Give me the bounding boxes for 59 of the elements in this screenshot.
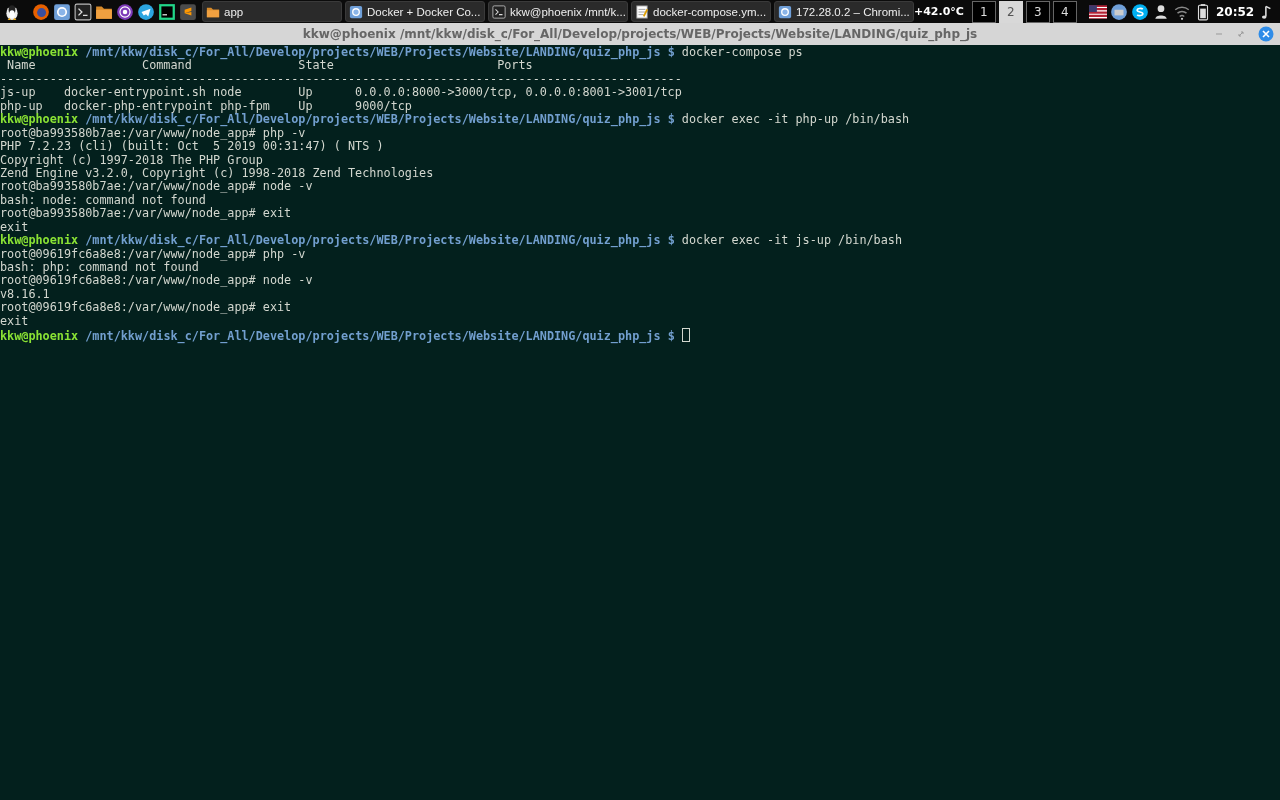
output-text: v8.16.1 (0, 286, 50, 301)
workspace-button[interactable]: 4 (1052, 0, 1077, 23)
output-text: exit (0, 219, 29, 234)
penguin-icon[interactable] (3, 2, 21, 21)
ide-icon[interactable] (158, 2, 176, 21)
prompt-user: kkw@phoenix (0, 112, 79, 127)
output-text: ------------------------------------------------------------------------------------------------ (0, 71, 682, 86)
package-icon[interactable] (1109, 2, 1128, 21)
output-text: root@ba993580b7ae:/var/www/node_app# node -v (0, 179, 313, 194)
taskbar-button[interactable]: docker-compose.ym... (631, 1, 771, 22)
close-icon (1258, 26, 1274, 42)
prompt-path: /mnt/kkw/disk_c/For_All/Develop/projects/WEB/Projects/Website/LANDING/quiz_php_js $ (85, 45, 675, 59)
command-text: docker exec -it php-up /bin/bash (681, 112, 910, 127)
cursor (681, 328, 690, 343)
command-text: docker-compose ps (681, 45, 803, 59)
output-text: root@ba993580b7ae:/var/www/node_app# exit (0, 206, 292, 221)
maximize-icon (1236, 29, 1246, 39)
workspace-button[interactable]: 2 (998, 0, 1023, 23)
browser-icon (349, 4, 363, 19)
clock: 20:52 (1215, 4, 1255, 19)
onion-icon[interactable] (116, 2, 134, 21)
output-text: PHP 7.2.23 (cli) (built: Oct 5 2019 00:31:47) ( NTS ) (0, 139, 384, 154)
taskbar-button[interactable]: app (202, 1, 342, 22)
output-text: root@09619fc6a8e8:/var/www/node_app# exit (0, 300, 292, 315)
taskbar-button[interactable]: Docker + Docker Co... (345, 1, 485, 22)
output-text: root@09619fc6a8e8:/var/www/node_app# php -v (0, 246, 306, 261)
prompt-path: /mnt/kkw/disk_c/For_All/Develop/projects/WEB/Projects/Website/LANDING/quiz_php_js $ (85, 112, 675, 127)
workspace-button[interactable]: 3 (1025, 0, 1050, 23)
prompt-user: kkw@phoenix (0, 329, 79, 344)
output-text: Copyright (c) 1997-2018 The PHP Group (0, 152, 263, 167)
taskbar-button[interactable]: kkw@phoenix /mnt/k... (488, 1, 628, 22)
flag-icon[interactable] (1088, 2, 1107, 21)
paper-plane-icon[interactable] (137, 2, 155, 21)
output-text: js-up docker-entrypoint.sh node Up 0.0.0.0:8000->3000/tcp, 0.0.0.0:8001->3001/tcp (0, 85, 682, 100)
output-text: Name Command State Ports (7, 58, 533, 73)
output-text: bash: node: command not found (0, 192, 206, 207)
output-text: bash: php: command not found (0, 260, 199, 274)
prompt-path: /mnt/kkw/disk_c/For_All/Develop/projects/WEB/Projects/Website/LANDING/quiz_php_js $ (85, 329, 675, 344)
prompt-user: kkw@phoenix (0, 45, 79, 59)
prompt-path: /mnt/kkw/disk_c/For_All/Develop/projects/WEB/Projects/Website/LANDING/quiz_php_js $ (85, 233, 675, 248)
temperature-reading: +42.0°C (914, 5, 964, 18)
output-text: root@09619fc6a8e8:/var/www/node_app# node -v (0, 273, 313, 288)
terminal-icon[interactable] (74, 2, 92, 21)
workspace-button[interactable]: 1 (971, 0, 996, 23)
browser-icon[interactable] (53, 2, 71, 21)
taskbar-button[interactable]: 172.28.0.2 – Chromi... (774, 1, 914, 22)
editor-icon[interactable] (179, 2, 197, 21)
window-title: kkw@phoenix /mnt/kkw/disk_c/For_All/Develop/projects/WEB/Projects/Website/LANDING/quiz_php_js (302, 27, 978, 41)
notepad-icon (635, 4, 649, 19)
output-text: root@ba993580b7ae:/var/www/node_app# php -v (0, 125, 306, 140)
prompt-user: kkw@phoenix (0, 233, 79, 248)
output-text: exit (0, 313, 29, 328)
browser-icon (778, 4, 792, 19)
output-text: Zend Engine v3.2.0, Copyright (c) 1998-2018 Zend Technologies (0, 165, 434, 180)
chat-icon[interactable] (1130, 2, 1149, 21)
output-text: php-up docker-php-entrypoint php-fpm Up 9000/tcp (0, 98, 412, 113)
command-text: docker exec -it js-up /bin/bash (681, 233, 903, 248)
terminal-icon (492, 4, 506, 19)
close-button[interactable] (1258, 26, 1274, 42)
